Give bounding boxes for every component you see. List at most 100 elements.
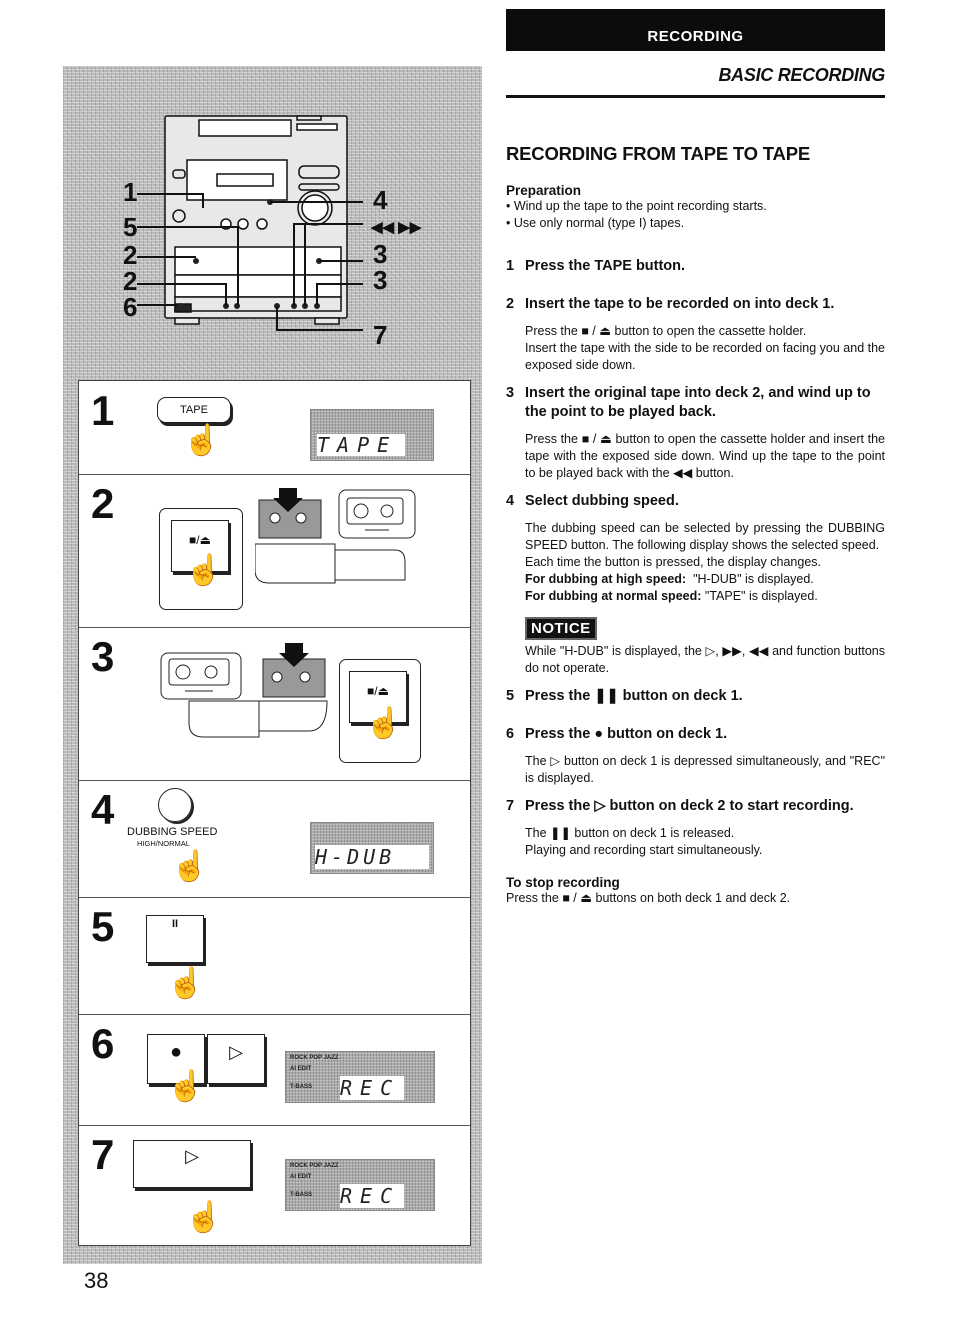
display-rec: ROCK POP JAZZ AI EDIT T-BASS REC xyxy=(285,1159,435,1211)
play-button[interactable]: ▷ xyxy=(207,1034,265,1084)
display-text: REC xyxy=(340,1184,404,1208)
step-title: Press the ● button on deck 1. xyxy=(525,726,728,742)
panel-number: 5 xyxy=(91,903,115,950)
step-title: Press the ❚❚ button on deck 1. xyxy=(525,688,743,704)
preparation-bullet: • Wind up the tape to the point recordin… xyxy=(506,199,767,213)
step-heading-6: 6 Press the ● button on deck 1. xyxy=(506,725,885,744)
step-number: 7 xyxy=(506,798,515,814)
callout-1: 1 xyxy=(123,177,137,207)
instructions-column: RECORDING BASIC RECORDING RECORDING FROM… xyxy=(506,9,885,907)
preparation-heading: Preparation xyxy=(506,183,582,198)
display-text: H-DUB xyxy=(315,845,429,869)
cassette-deck-icon xyxy=(255,488,416,584)
stop-heading: To stop recording xyxy=(506,875,620,890)
panel-number: 7 xyxy=(91,1131,115,1178)
step-number: 4 xyxy=(506,493,515,509)
button-sublabel: HIGH/NORMAL xyxy=(137,839,190,848)
button-label: DUBBING SPEED xyxy=(127,826,218,838)
display-tape: TAPE xyxy=(310,409,434,461)
indicator-ai-edit: AI EDIT xyxy=(290,1066,312,1072)
pointing-hand-icon: ☝ xyxy=(185,554,223,587)
stereo-unit-illustration: 1 5 2 2 6 4 3 3 7 ◀◀ ▶▶ xyxy=(63,66,482,380)
callout-rewind-ffwd: ◀◀ ▶▶ xyxy=(370,219,423,236)
indicator-genre: ROCK POP JAZZ xyxy=(290,1055,339,1061)
note-value: "H-DUB" is displayed. xyxy=(693,572,814,586)
panel-number: 1 xyxy=(91,387,115,434)
panel-number: 6 xyxy=(91,1020,115,1067)
step-body: The dubbing speed can be selected by pre… xyxy=(525,521,885,552)
play-button-deck2[interactable]: ▷ xyxy=(133,1140,251,1188)
indicator-t-bass: T-BASS xyxy=(290,1192,313,1198)
note-value: "TAPE" is displayed. xyxy=(704,589,818,603)
panel-step-1: 1 TAPE ☝ TAPE xyxy=(79,381,470,475)
panel-step-5: 5 II ☝ xyxy=(79,897,470,1015)
step-body: The ▷ button on deck 1 is depressed simu… xyxy=(525,754,885,785)
step-body: Each time the button is pressed, the dis… xyxy=(525,555,822,569)
panel-step-2: 2 ■/⏏ ☝ xyxy=(79,474,470,628)
step-number: 6 xyxy=(506,726,515,742)
high-speed-note: For dubbing at high speed: "H-DUB" is di… xyxy=(525,571,885,588)
panel-step-3: 3 ■/⏏ ☝ xyxy=(79,627,470,781)
callout-3b: 3 xyxy=(373,265,387,295)
pointing-hand-icon: ☝ xyxy=(185,1201,223,1234)
panel-number: 3 xyxy=(91,633,115,680)
step-body: Insert the tape with the side to be reco… xyxy=(525,341,885,372)
callout-6: 6 xyxy=(123,292,137,322)
step-title: Press the TAPE button. xyxy=(525,258,686,274)
step-heading-7: 7 Press the ▷ button on deck 2 to start … xyxy=(506,797,885,816)
display-rec: ROCK POP JAZZ AI EDIT T-BASS REC xyxy=(285,1051,435,1103)
cassette-deck-icon xyxy=(160,643,328,738)
step-number: 5 xyxy=(506,688,515,704)
note-label: For dubbing at high speed: xyxy=(525,572,687,586)
indicator-t-bass: T-BASS xyxy=(290,1084,313,1090)
normal-speed-note: For dubbing at normal speed: "TAPE" is d… xyxy=(525,588,885,605)
indicator-genre: ROCK POP JAZZ xyxy=(290,1163,339,1169)
step-heading-2: 2 Insert the tape to be recorded on into… xyxy=(506,295,885,314)
display-text: TAPE xyxy=(317,434,405,456)
dubbing-speed-button[interactable] xyxy=(158,788,192,822)
pointing-hand-icon: ☝ xyxy=(171,850,209,883)
step-panels: 1 TAPE ☝ TAPE 2 ■/⏏ ☝ 3 ■/⏏ ☝ 4 DUBBING … xyxy=(78,380,471,1246)
step-number: 1 xyxy=(506,258,515,274)
section-subtitle: BASIC RECORDING xyxy=(718,65,885,85)
panel-number: 2 xyxy=(91,480,115,527)
step-title: Press the ▷ button on deck 2 to start re… xyxy=(525,798,854,814)
step-number: 2 xyxy=(506,296,515,312)
pointing-hand-icon: ☝ xyxy=(183,424,221,457)
step-body: Press the ■ / ⏏ button to open the casse… xyxy=(525,432,885,480)
pointing-hand-icon: ☝ xyxy=(365,707,403,740)
step-number: 3 xyxy=(506,385,515,401)
step-heading-4: 4 Select dubbing speed. xyxy=(506,492,885,511)
illustration-panel: 1 5 2 2 6 4 3 3 7 ◀◀ ▶▶ 1 TAPE ☝ TAPE 2 … xyxy=(63,66,482,1264)
callout-4: 4 xyxy=(373,185,388,215)
callout-7: 7 xyxy=(373,320,387,350)
page-title: RECORDING FROM TAPE TO TAPE xyxy=(506,143,810,164)
note-label: For dubbing at normal speed: xyxy=(525,589,702,603)
notice-text: While "H-DUB" is displayed, the ▷, ▶▶, ◀… xyxy=(525,644,885,675)
step-body: Press the ■ / ⏏ button to open the casse… xyxy=(525,324,807,338)
step-body: Playing and recording start simultaneous… xyxy=(525,843,763,857)
panel-step-7: 7 ▷ ☝ ROCK POP JAZZ AI EDIT T-BASS REC xyxy=(79,1125,470,1245)
display-text: REC xyxy=(340,1076,404,1100)
page-number: 38 xyxy=(84,1268,109,1293)
step-title: Insert the tape to be recorded on into d… xyxy=(525,296,835,312)
tape-button[interactable]: TAPE xyxy=(157,397,231,423)
pause-button[interactable]: II xyxy=(146,915,204,963)
step-body: The ❚❚ button on deck 1 is released. xyxy=(525,826,735,840)
step-heading-3: 3 Insert the original tape into deck 2, … xyxy=(506,384,885,422)
notice-badge: NOTICE xyxy=(525,617,597,640)
indicator-ai-edit: AI EDIT xyxy=(290,1174,312,1180)
display-h-dub: H-DUB xyxy=(310,822,434,874)
step-title: Select dubbing speed. xyxy=(525,493,679,509)
stereo-diagram: 1 5 2 2 6 4 3 3 7 ◀◀ ▶▶ xyxy=(123,115,423,350)
panel-step-4: 4 DUBBING SPEED HIGH/NORMAL ☝ H-DUB xyxy=(79,780,470,898)
pointing-hand-icon: ☝ xyxy=(167,1070,205,1103)
divider xyxy=(506,95,885,98)
section-header: RECORDING xyxy=(506,9,885,51)
callout-5: 5 xyxy=(123,212,137,242)
panel-number: 4 xyxy=(91,786,115,833)
preparation-bullet: • Use only normal (type I) tapes. xyxy=(506,216,685,230)
step-heading-1: 1 Press the TAPE button. xyxy=(506,257,885,276)
pointing-hand-icon: ☝ xyxy=(167,967,205,1000)
step-title: Insert the original tape into deck 2, an… xyxy=(525,385,871,420)
